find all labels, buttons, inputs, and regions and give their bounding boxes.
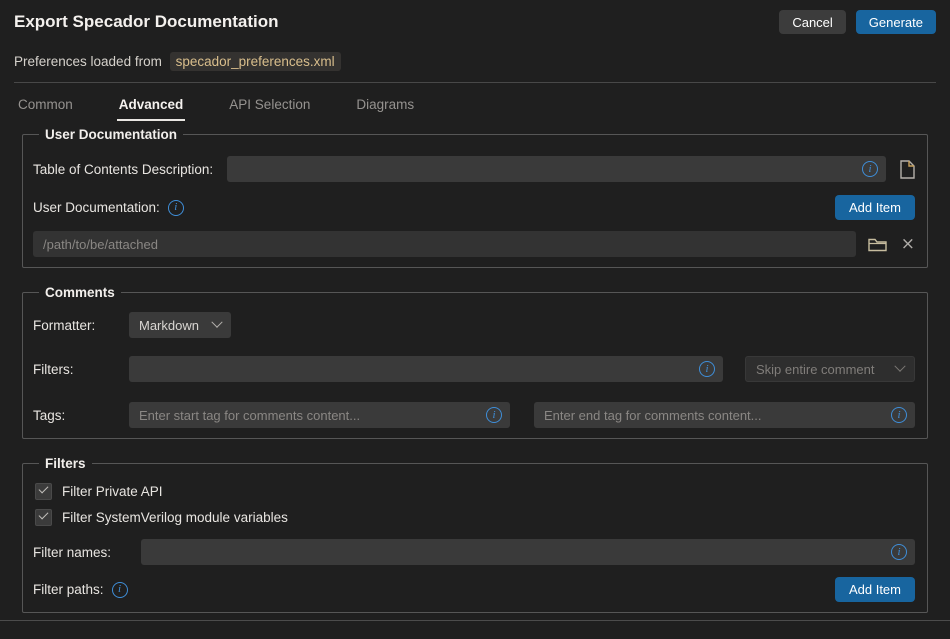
remove-item-icon[interactable]: ×	[901, 236, 915, 253]
preferences-file-badge: specador_preferences.xml	[170, 52, 341, 71]
filter-paths-label-group: Filter paths:	[33, 582, 128, 598]
tab-api-selection[interactable]: API Selection	[227, 95, 312, 121]
filter-names-input[interactable]	[141, 539, 915, 565]
dialog-header: Export Specador Documentation Cancel Gen…	[14, 10, 936, 34]
toc-description-label: Table of Contents Description:	[33, 162, 213, 177]
folder-browse-icon[interactable]	[868, 237, 887, 252]
section-comments-legend: Comments	[39, 285, 121, 300]
filter-names-label: Filter names:	[33, 545, 141, 560]
skip-comment-dropdown[interactable]: Skip entire comment	[745, 356, 915, 382]
tab-diagrams[interactable]: Diagrams	[354, 95, 416, 121]
info-icon[interactable]	[168, 200, 184, 216]
header-buttons: Cancel Generate	[779, 10, 936, 34]
file-icon[interactable]	[900, 160, 915, 179]
info-icon[interactable]	[699, 361, 715, 377]
preferences-status: Preferences loaded from specador_prefere…	[14, 54, 936, 69]
section-filters: Filters Filter Private API Filter System…	[22, 456, 928, 613]
info-icon[interactable]	[891, 407, 907, 423]
add-filter-path-button[interactable]: Add Item	[835, 577, 915, 602]
section-comments: Comments Formatter: Markdown Filters: Sk…	[22, 285, 928, 439]
info-icon[interactable]	[486, 407, 502, 423]
start-tag-input[interactable]	[129, 402, 510, 428]
formatter-label: Formatter:	[33, 318, 129, 333]
skip-comment-dropdown-value: Skip entire comment	[756, 362, 875, 377]
toc-description-input-wrap	[227, 156, 886, 182]
filters-input-wrap	[129, 356, 723, 382]
formatter-dropdown[interactable]: Markdown	[129, 312, 231, 338]
info-icon[interactable]	[891, 544, 907, 560]
toc-description-row: Table of Contents Description:	[33, 156, 915, 182]
filter-private-api-label: Filter Private API	[62, 484, 163, 499]
check-icon	[39, 484, 49, 494]
export-dialog: Export Specador Documentation Cancel Gen…	[0, 0, 950, 639]
attached-path-input[interactable]	[33, 231, 856, 257]
filters-row: Filters: Skip entire comment	[33, 356, 915, 382]
user-doc-label: User Documentation:	[33, 200, 160, 215]
chevron-down-icon	[894, 361, 905, 372]
chevron-down-icon	[211, 317, 222, 328]
page-title: Export Specador Documentation	[14, 10, 278, 32]
attached-path-row: ×	[33, 231, 915, 257]
end-tag-input[interactable]	[534, 402, 915, 428]
filter-paths-label: Filter paths:	[33, 582, 104, 597]
tags-row: Tags:	[33, 402, 915, 428]
filter-paths-row: Filter paths: Add Item	[33, 577, 915, 602]
filter-sv-module-vars-checkbox[interactable]	[35, 509, 52, 526]
tab-common[interactable]: Common	[16, 95, 75, 121]
toc-description-input[interactable]	[227, 156, 886, 182]
filter-sv-module-vars-label: Filter SystemVerilog module variables	[62, 510, 288, 525]
tab-bar: Common Advanced API Selection Diagrams	[14, 83, 936, 121]
preferences-status-text: Preferences loaded from	[14, 54, 162, 69]
filter-sv-module-vars-row: Filter SystemVerilog module variables	[35, 509, 915, 526]
section-user-documentation-legend: User Documentation	[39, 127, 183, 142]
start-tag-input-wrap	[129, 402, 510, 428]
generate-button[interactable]: Generate	[856, 10, 936, 34]
end-tag-input-wrap	[534, 402, 915, 428]
filter-names-input-wrap	[141, 539, 915, 565]
section-user-documentation: User Documentation Table of Contents Des…	[22, 127, 928, 268]
formatter-dropdown-value: Markdown	[139, 318, 199, 333]
check-icon	[39, 510, 49, 520]
tags-label: Tags:	[33, 408, 129, 423]
attached-path-input-wrap	[33, 231, 856, 257]
info-icon[interactable]	[112, 582, 128, 598]
formatter-row: Formatter: Markdown	[33, 312, 915, 338]
cancel-button[interactable]: Cancel	[779, 10, 845, 34]
filter-private-api-row: Filter Private API	[35, 483, 915, 500]
user-doc-label-group: User Documentation:	[33, 200, 184, 216]
user-doc-row: User Documentation: Add Item	[33, 195, 915, 220]
filters-input[interactable]	[129, 356, 723, 382]
section-filters-legend: Filters	[39, 456, 92, 471]
tab-advanced[interactable]: Advanced	[117, 95, 186, 121]
bottom-divider	[0, 620, 950, 621]
filters-label: Filters:	[33, 362, 129, 377]
filter-private-api-checkbox[interactable]	[35, 483, 52, 500]
filter-names-row: Filter names:	[33, 539, 915, 565]
info-icon[interactable]	[862, 161, 878, 177]
add-item-button[interactable]: Add Item	[835, 195, 915, 220]
